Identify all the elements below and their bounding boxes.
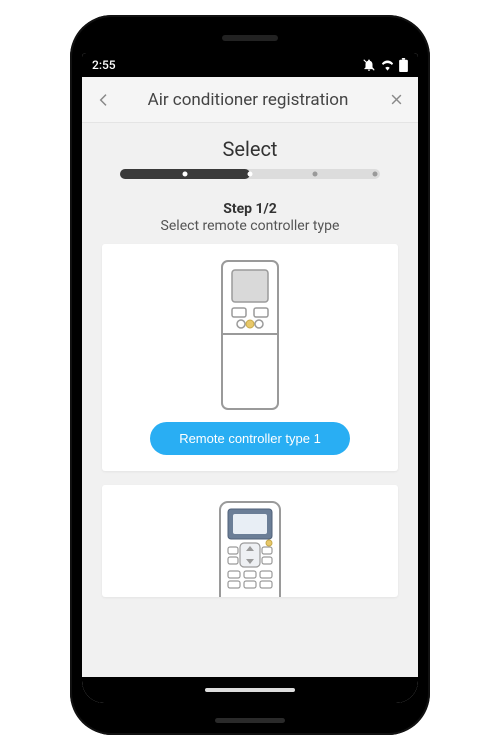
battery-icon xyxy=(399,58,408,72)
step-header: Step 1/2 Select remote controller type xyxy=(82,201,418,234)
status-time: 2:55 xyxy=(92,58,116,72)
remote-type-1-icon xyxy=(114,260,386,410)
status-icons xyxy=(362,58,408,72)
screen: 2:55 Air conditioner registration xyxy=(82,53,418,703)
select-header: Select xyxy=(82,123,418,189)
status-bar: 2:55 xyxy=(82,53,418,77)
close-icon xyxy=(389,92,404,107)
chevron-left-icon xyxy=(96,92,112,108)
select-type-1-button[interactable]: Remote controller type 1 xyxy=(150,422,350,455)
progress-dot-3 xyxy=(313,172,318,177)
options-list: Remote controller type 1 xyxy=(82,244,418,597)
notifications-off-icon xyxy=(362,58,376,72)
system-nav-bar xyxy=(82,677,418,703)
option-card-2 xyxy=(102,485,398,597)
progress-dot-2 xyxy=(248,172,253,177)
select-title: Select xyxy=(104,137,396,161)
wifi-icon xyxy=(380,59,395,71)
close-button[interactable] xyxy=(384,88,408,112)
progress-dot-1 xyxy=(183,172,188,177)
phone-frame: 2:55 Air conditioner registration xyxy=(70,15,430,735)
progress-dot-4 xyxy=(372,172,377,177)
page-title: Air conditioner registration xyxy=(112,90,384,110)
remote-type-2-icon xyxy=(114,501,386,597)
option-card-1: Remote controller type 1 xyxy=(102,244,398,471)
step-subtitle: Select remote controller type xyxy=(82,218,418,234)
progress-bar xyxy=(120,169,380,179)
phone-chin-indicator xyxy=(215,718,285,723)
phone-speaker xyxy=(222,35,278,41)
home-indicator[interactable] xyxy=(205,688,295,692)
step-label: Step 1/2 xyxy=(82,201,418,217)
content-area: Select Step 1/2 Select remote controller… xyxy=(82,123,418,677)
app-bar: Air conditioner registration xyxy=(82,77,418,123)
